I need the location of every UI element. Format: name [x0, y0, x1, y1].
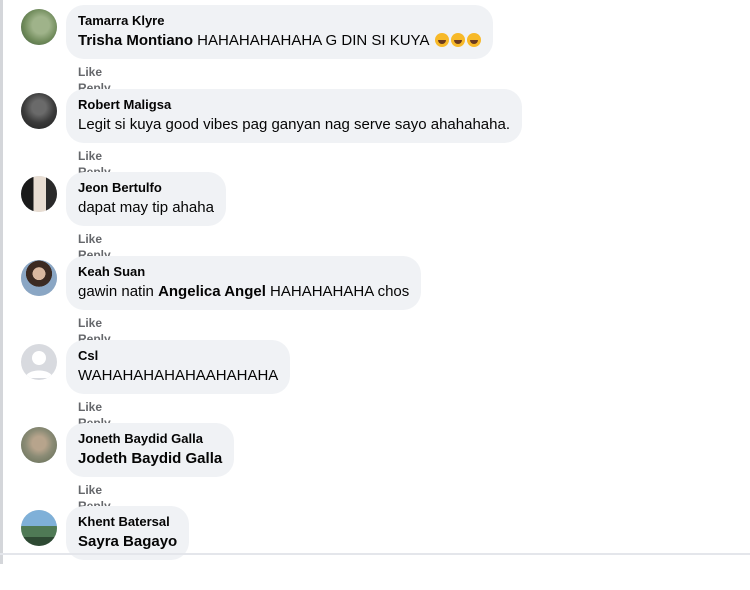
- comment-text: Sayra Bagayo: [78, 532, 177, 552]
- comment-body-tail: HAHAHAHAHA chos: [265, 283, 410, 300]
- mention-link[interactable]: Sayra Bagayo: [78, 533, 177, 550]
- avatar[interactable]: [21, 9, 57, 45]
- avatar[interactable]: [21, 260, 57, 296]
- comment-text: WAHAHAHAHAHAAHAHAHA: [78, 367, 279, 384]
- mention-link[interactable]: Trisha Montiano: [78, 32, 193, 49]
- comment-body: HAHAHAHAHAHA G DIN SI KUYA: [193, 32, 433, 49]
- avatar[interactable]: [21, 176, 57, 212]
- comment-text: dapat may tip ahaha: [78, 199, 214, 216]
- comment-author[interactable]: Robert Maligsa: [78, 97, 510, 113]
- comment-bubble: Keah Suan gawin natin Angelica Angel HAH…: [66, 256, 422, 310]
- comment-author[interactable]: Khent Batersal: [78, 514, 177, 530]
- avatar[interactable]: [21, 427, 57, 463]
- comment-bubble: Robert Maligsa Legit si kuya good vibes …: [66, 89, 522, 143]
- comment-author[interactable]: Keah Suan: [78, 264, 409, 280]
- comment-author[interactable]: Csl: [78, 348, 278, 364]
- mention-link[interactable]: Angelica Angel: [158, 283, 266, 300]
- like-button[interactable]: Like: [78, 483, 102, 497]
- like-button[interactable]: Like: [78, 65, 102, 79]
- comment-text: gawin natin Angelica Angel HAHAHAHAHA ch…: [78, 282, 409, 302]
- like-button[interactable]: Like: [78, 149, 102, 163]
- comment-text: Legit si kuya good vibes pag ganyan nag …: [78, 116, 510, 133]
- like-button[interactable]: Like: [78, 316, 102, 330]
- left-edge-divider: [0, 0, 3, 564]
- comment-author[interactable]: Tamarra Klyre: [78, 13, 481, 29]
- comment-author[interactable]: Jeon Bertulfo: [78, 180, 214, 196]
- comment-bubble: Tamarra Klyre Trisha Montiano HAHAHAHAHA…: [66, 5, 493, 59]
- comment-bubble: Joneth Baydid Galla Jodeth Baydid Galla: [66, 423, 235, 477]
- rolling-on-floor-laughing-icon: [450, 33, 465, 47]
- comment-bubble: Csl WAHAHAHAHAHAAHAHAHA: [66, 340, 291, 394]
- comment-bubble: Khent Batersal Sayra Bagayo: [66, 506, 190, 560]
- rolling-on-floor-laughing-icon: [434, 33, 449, 47]
- like-button[interactable]: Like: [78, 232, 102, 246]
- comment-body: gawin natin: [78, 283, 159, 300]
- mention-link[interactable]: Jodeth Baydid Galla: [78, 450, 222, 467]
- comment-bubble: Jeon Bertulfo dapat may tip ahaha: [66, 172, 226, 226]
- rolling-on-floor-laughing-icon: [466, 33, 481, 47]
- comment-text: Trisha Montiano HAHAHAHAHAHA G DIN SI KU…: [78, 31, 481, 51]
- like-button[interactable]: Like: [78, 400, 102, 414]
- default-avatar-icon[interactable]: [21, 344, 57, 380]
- avatar[interactable]: [21, 93, 57, 129]
- avatar[interactable]: [21, 510, 57, 546]
- bottom-divider: [0, 553, 750, 555]
- comment-author[interactable]: Joneth Baydid Galla: [78, 431, 222, 447]
- comment-text: Jodeth Baydid Galla: [78, 449, 222, 469]
